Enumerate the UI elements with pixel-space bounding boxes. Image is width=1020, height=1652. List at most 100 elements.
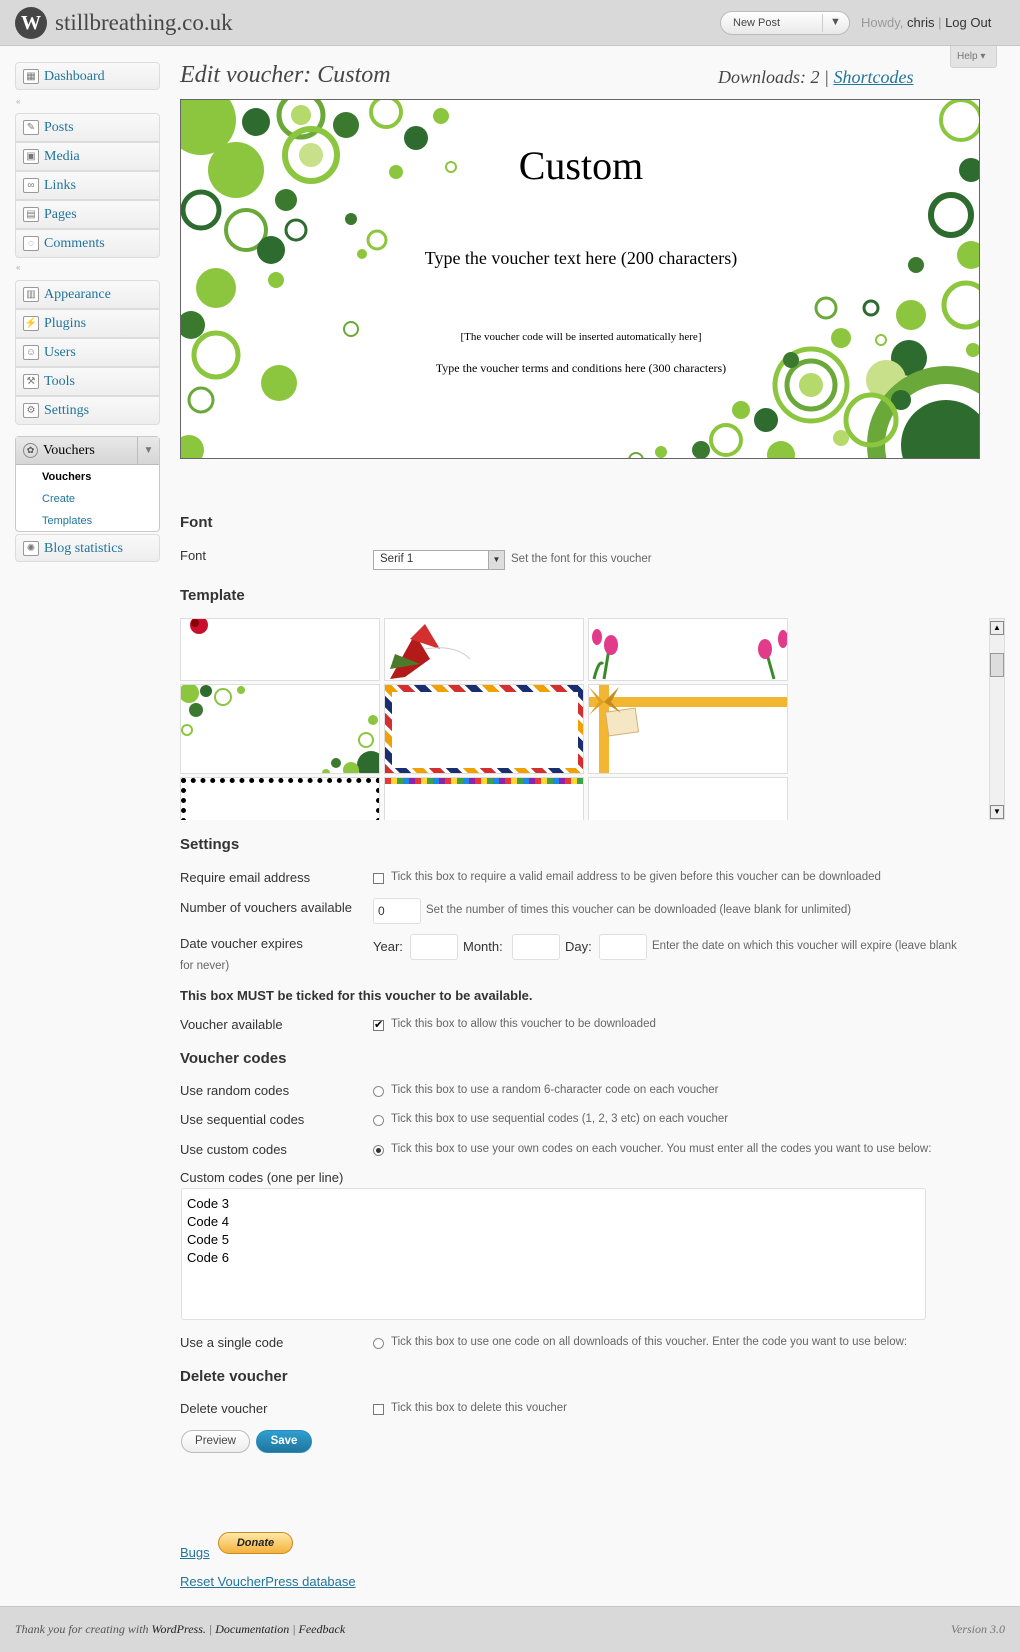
require-email-label: Require email address xyxy=(180,870,311,885)
donate-button[interactable]: Donate xyxy=(218,1532,293,1554)
delete-voucher-description: Tick this box to delete this voucher xyxy=(391,1402,567,1414)
chevron-down-icon[interactable]: ▼ xyxy=(137,437,159,465)
sidebar-item-label: Tools xyxy=(44,374,75,389)
template-thumbnail-airmail[interactable] xyxy=(384,684,584,774)
rainbow-dots-border xyxy=(385,778,583,784)
feedback-link[interactable]: Feedback xyxy=(299,1622,346,1636)
template-thumbnail-black-border[interactable] xyxy=(180,777,380,820)
submenu-create[interactable]: Create xyxy=(42,493,75,505)
font-select[interactable]: Serif 1 ▼ xyxy=(373,550,505,570)
comment-icon: ◌ xyxy=(23,236,39,251)
sidebar-item-label: Settings xyxy=(44,403,90,418)
sidebar-item-plugins[interactable]: ⚡ Plugins xyxy=(15,309,160,338)
sidebar-item-vouchers[interactable]: ✿ Vouchers ▼ xyxy=(16,437,159,465)
new-post-dropdown[interactable]: New Post ▼ xyxy=(720,11,850,35)
save-button[interactable]: Save xyxy=(256,1430,312,1453)
template-thumbnail-gold-ribbon[interactable] xyxy=(588,684,788,774)
sidebar-item-media[interactable]: ▣ Media xyxy=(15,142,160,171)
site-name[interactable]: stillbreathing.co.uk xyxy=(55,10,233,36)
font-description: Set the font for this voucher xyxy=(511,553,652,565)
font-select-value: Serif 1 xyxy=(380,553,414,565)
chevron-down-icon[interactable]: ▼ xyxy=(830,16,841,28)
help-tab[interactable]: Help ▾ xyxy=(950,46,997,68)
settings-icon: ⚙ xyxy=(23,403,39,418)
logout-link[interactable]: Log Out xyxy=(945,15,991,30)
sidebar-item-label: Vouchers xyxy=(43,443,95,458)
sidebar-item-label: Comments xyxy=(44,236,105,251)
new-post-label[interactable]: New Post xyxy=(733,17,780,29)
custom-codes-radio[interactable] xyxy=(373,1145,384,1156)
sidebar-item-tools[interactable]: ⚒ Tools xyxy=(15,367,160,396)
collapse-arrow-icon[interactable]: « xyxy=(16,97,28,107)
chevron-down-icon[interactable]: ▼ xyxy=(488,551,504,569)
custom-codes-textarea[interactable]: Code 3 Code 4 Code 5 Code 6 xyxy=(181,1188,926,1320)
username-link[interactable]: chris xyxy=(907,15,934,30)
expiry-year-input[interactable] xyxy=(410,934,458,960)
pin-icon: ✎ xyxy=(23,120,39,135)
template-thumbnail-plain[interactable] xyxy=(588,777,788,820)
scroll-down-arrow-icon[interactable]: ▼ xyxy=(990,805,1004,819)
must-tick-notice: This box MUST be ticked for this voucher… xyxy=(180,988,533,1003)
random-codes-label: Use random codes xyxy=(180,1083,290,1098)
scroll-up-arrow-icon[interactable]: ▲ xyxy=(990,621,1004,635)
sidebar-item-posts[interactable]: ✎ Posts xyxy=(15,113,160,142)
collapse-arrow-icon[interactable]: « xyxy=(16,263,28,273)
wordpress-logo-icon[interactable]: W xyxy=(15,7,47,39)
sidebar-item-dashboard[interactable]: ▦ Dashboard xyxy=(15,62,160,90)
scrollbar-thumb[interactable] xyxy=(990,653,1004,677)
help-label: Help xyxy=(957,51,978,62)
voucher-text: Type the voucher text here (200 characte… xyxy=(424,248,738,268)
font-section-heading: Font xyxy=(180,514,213,531)
documentation-link[interactable]: Documentation xyxy=(215,1622,289,1636)
sidebar-item-comments[interactable]: ◌ Comments xyxy=(15,229,160,258)
code-line: Code 6 xyxy=(187,1250,229,1265)
sidebar-item-links[interactable]: ∞ Links xyxy=(15,171,160,200)
number-of-vouchers-input[interactable]: 0 xyxy=(373,898,421,924)
template-thumbnail-red-flower[interactable] xyxy=(384,618,584,681)
voucher-title: Custom xyxy=(518,143,644,188)
page-icon: ▤ xyxy=(23,207,39,222)
custom-codes-label: Use custom codes xyxy=(180,1142,287,1157)
expiry-description-continued: for never) xyxy=(180,960,230,972)
template-scrollbar[interactable]: ▲ ▼ xyxy=(989,618,1005,820)
submenu-vouchers[interactable]: Vouchers xyxy=(42,471,91,483)
require-email-checkbox[interactable] xyxy=(373,873,384,884)
admin-footer: Thank you for creating with WordPress. |… xyxy=(0,1606,1020,1652)
delete-voucher-checkbox[interactable] xyxy=(373,1404,384,1415)
users-icon: ☺ xyxy=(23,345,39,360)
sidebar-item-pages[interactable]: ▤ Pages xyxy=(15,200,160,229)
bugs-link[interactable]: Bugs xyxy=(180,1545,210,1560)
template-thumbnail-rose[interactable] xyxy=(180,618,380,681)
tulips-image xyxy=(592,629,787,680)
sidebar-item-label: Posts xyxy=(44,120,74,135)
template-thumbnail-rainbow-dots[interactable] xyxy=(384,777,584,820)
shortcodes-link[interactable]: Shortcodes xyxy=(833,67,913,87)
settings-section-heading: Settings xyxy=(180,836,240,853)
submenu-templates[interactable]: Templates xyxy=(42,515,92,527)
voucher-icon: ✿ xyxy=(23,443,38,458)
sidebar-item-users[interactable]: ☺ Users xyxy=(15,338,160,367)
sidebar-item-blog-statistics[interactable]: ✺ Blog statistics xyxy=(15,534,160,562)
template-thumbnail-tulips[interactable] xyxy=(588,618,788,681)
dashboard-icon: ▦ xyxy=(23,69,39,84)
reset-database-link[interactable]: Reset VoucherPress database xyxy=(180,1574,356,1589)
sidebar-item-settings[interactable]: ⚙ Settings xyxy=(15,396,160,425)
sequential-codes-description: Tick this box to use sequential codes (1… xyxy=(391,1113,729,1125)
template-thumbnail-green-circles[interactable] xyxy=(180,684,380,774)
sidebar-item-appearance[interactable]: ▥ Appearance xyxy=(15,280,160,309)
wordpress-link[interactable]: WordPress. xyxy=(152,1622,206,1636)
expiry-day-input[interactable] xyxy=(599,934,647,960)
preview-button[interactable]: Preview xyxy=(181,1430,250,1453)
single-code-description: Tick this box to use one code on all dow… xyxy=(391,1336,908,1348)
random-codes-radio[interactable] xyxy=(373,1086,384,1097)
expiry-month-input[interactable] xyxy=(512,934,560,960)
splatter-border xyxy=(181,778,379,820)
voucher-available-label: Voucher available xyxy=(180,1017,283,1032)
custom-codes-textarea-label: Custom codes (one per line) xyxy=(180,1170,344,1185)
single-code-radio[interactable] xyxy=(373,1338,384,1349)
sidebar-item-label: Links xyxy=(44,178,76,193)
user-greeting: Howdy, chris | Log Out xyxy=(861,15,992,30)
green-circles-image xyxy=(181,685,379,773)
sequential-codes-radio[interactable] xyxy=(373,1115,384,1126)
voucher-available-checkbox[interactable] xyxy=(373,1018,384,1031)
